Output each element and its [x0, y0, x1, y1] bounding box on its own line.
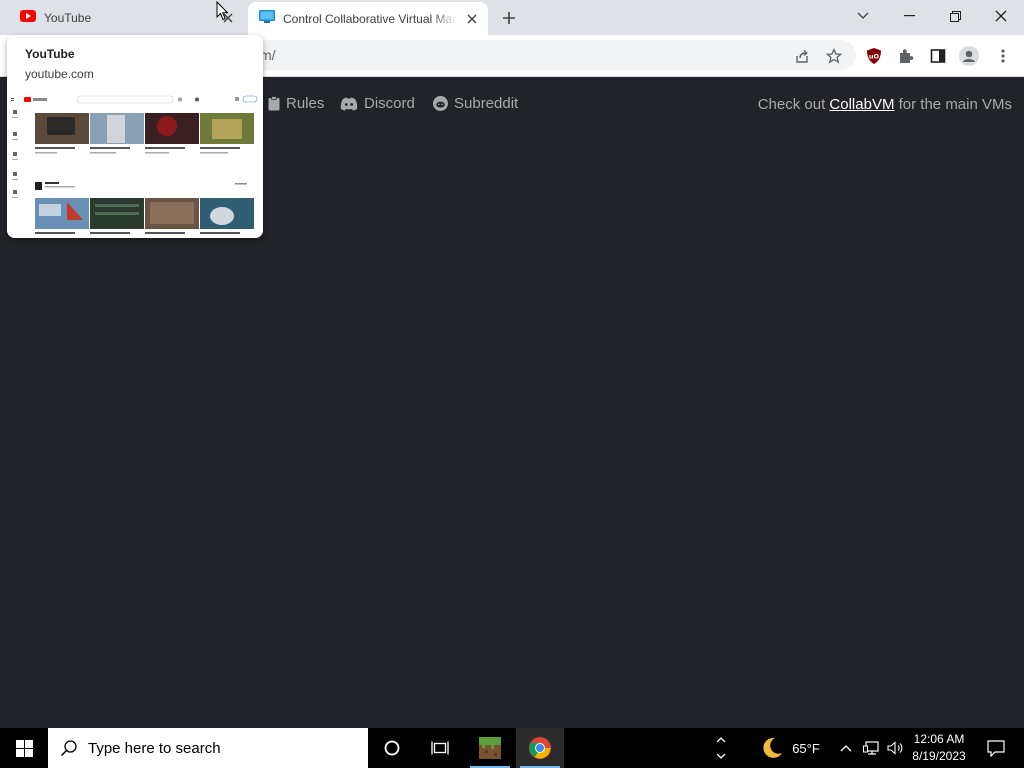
- close-window-button[interactable]: [978, 0, 1024, 32]
- youtube-icon: [20, 10, 36, 25]
- taskbar-scroll[interactable]: [712, 728, 730, 768]
- taskbar-clock[interactable]: 12:06 AM 8/19/2023: [905, 731, 973, 765]
- profile-avatar-icon[interactable]: [958, 45, 980, 67]
- search-icon: [60, 740, 77, 757]
- cortana-button[interactable]: [368, 728, 416, 768]
- action-center-button[interactable]: [976, 728, 1016, 768]
- nav-discord-label: Discord: [364, 95, 415, 112]
- notification-icon: [987, 739, 1005, 757]
- start-button[interactable]: [0, 728, 48, 768]
- task-view-button[interactable]: [416, 728, 464, 768]
- bookmark-star-icon[interactable]: [823, 45, 845, 67]
- tab-strip: YouTube Control Collaborative Virtual Ma…: [0, 0, 1024, 35]
- task-view-icon: [431, 741, 449, 755]
- minimize-icon: [903, 15, 915, 17]
- network-icon: [862, 741, 879, 755]
- tab-hover-card: YouTube youtube.com: [7, 35, 263, 238]
- network-tray-icon[interactable]: [860, 728, 882, 768]
- menu-kebab-icon[interactable]: [992, 45, 1014, 67]
- checkout-text: Check out CollabVM for the main VMs: [758, 96, 1012, 113]
- show-hidden-icons-button[interactable]: [836, 728, 856, 768]
- nav-discord[interactable]: Discord: [340, 95, 415, 112]
- restore-button[interactable]: [932, 0, 978, 32]
- chevron-down-icon: [857, 12, 869, 19]
- weather-temp: 65°F: [792, 740, 820, 756]
- nav-rules-label: Rules: [286, 95, 325, 112]
- chrome-icon: [529, 737, 551, 759]
- hover-card-domain: youtube.com: [25, 67, 94, 81]
- mouse-cursor-icon: [216, 0, 229, 26]
- chevron-up-icon: [840, 745, 852, 752]
- monitor-icon: [259, 10, 275, 27]
- side-panel-icon[interactable]: [927, 45, 949, 67]
- nav-subreddit[interactable]: Subreddit: [433, 95, 518, 112]
- clock-date: 8/19/2023: [912, 749, 966, 763]
- reddit-icon: [433, 96, 448, 111]
- chevron-down-icon: [716, 753, 726, 759]
- share-icon[interactable]: [791, 45, 813, 67]
- tab-preview-thumbnail: [7, 92, 263, 238]
- tab-youtube[interactable]: YouTube: [8, 0, 244, 35]
- taskbar: Type here to search 65°F 12:06 AM 8/19/2…: [0, 728, 1024, 768]
- close-tab-icon[interactable]: [464, 11, 480, 27]
- svg-text:uO: uO: [869, 53, 880, 61]
- moon-icon: [763, 737, 783, 758]
- new-tab-button[interactable]: [498, 7, 520, 29]
- search-placeholder: Type here to search: [88, 739, 221, 757]
- minimize-button[interactable]: [886, 0, 932, 32]
- checkout-suffix: for the main VMs: [894, 96, 1012, 113]
- close-icon: [995, 10, 1007, 22]
- tab-title: Control Collaborative Virtual Machines!: [283, 11, 457, 26]
- taskbar-minecraft[interactable]: [466, 728, 514, 768]
- extensions-puzzle-icon[interactable]: [895, 45, 917, 67]
- cortana-icon: [384, 740, 400, 756]
- windows-logo-icon: [15, 739, 33, 757]
- hover-card-title: YouTube: [25, 47, 75, 61]
- clipboard-icon: [268, 96, 280, 111]
- address-bar[interactable]: m/: [240, 40, 856, 70]
- nav-subreddit-label: Subreddit: [454, 95, 519, 112]
- chevron-up-icon: [716, 737, 726, 743]
- speaker-icon: [886, 741, 902, 755]
- weather-widget[interactable]: 65°F: [750, 728, 830, 768]
- tab-search-button[interactable]: [840, 0, 886, 32]
- tab-title: YouTube: [44, 10, 92, 25]
- ublock-icon[interactable]: uO: [863, 45, 885, 67]
- clock-time: 12:06 AM: [913, 732, 965, 746]
- nav-rules[interactable]: Rules: [268, 95, 324, 112]
- taskbar-search-box[interactable]: Type here to search: [48, 728, 368, 768]
- taskbar-chrome[interactable]: [516, 728, 564, 768]
- restore-icon: [949, 10, 961, 22]
- plus-icon: [503, 12, 515, 24]
- checkout-prefix: Check out: [757, 96, 830, 113]
- tab-collabvm[interactable]: Control Collaborative Virtual Machines!: [248, 2, 488, 35]
- collabvm-link[interactable]: CollabVM: [829, 96, 894, 113]
- volume-tray-icon[interactable]: [884, 728, 906, 768]
- minecraft-grass-block-icon: [479, 737, 501, 759]
- discord-icon: [340, 97, 358, 110]
